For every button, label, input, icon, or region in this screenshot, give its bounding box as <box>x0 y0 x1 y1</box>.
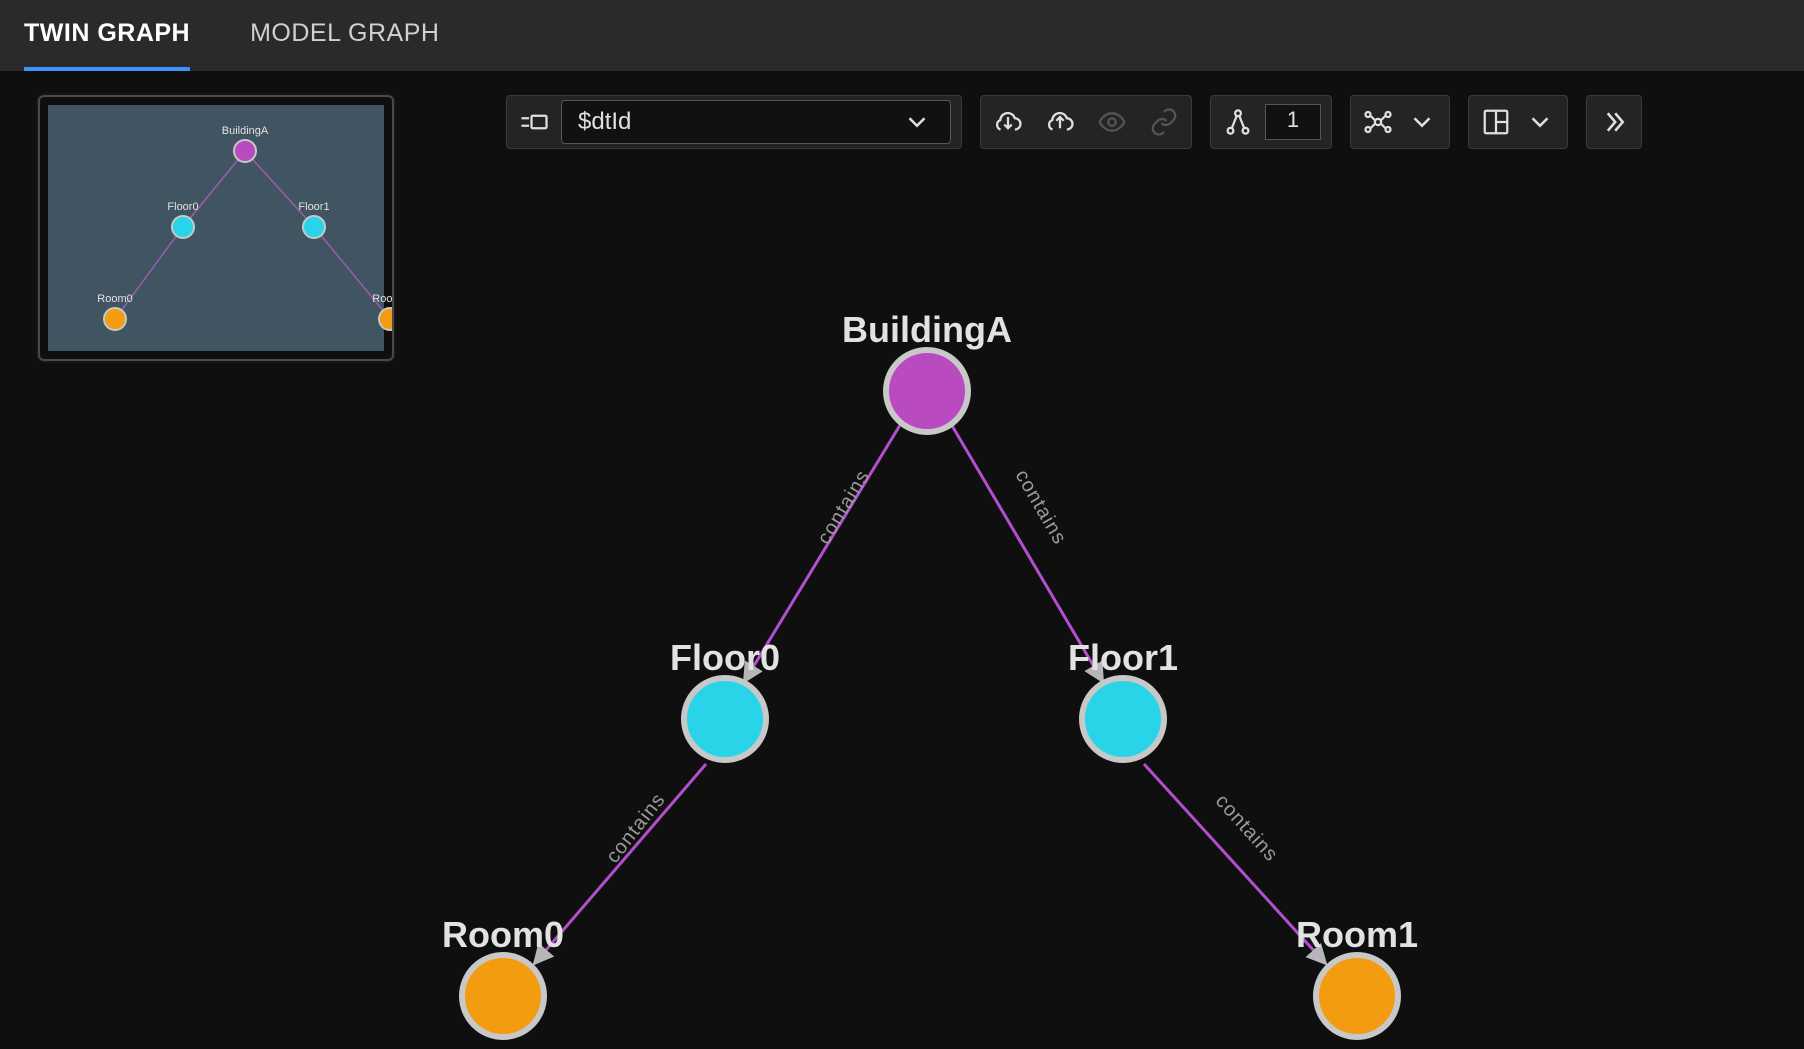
minimap[interactable]: BuildingA Floor0 Floor1 Room0 Room1 <box>38 95 394 361</box>
node-buildingA[interactable]: BuildingA <box>883 347 971 435</box>
graph-toolbar: $dtId <box>506 95 1780 149</box>
node-room0[interactable]: Room0 <box>459 952 547 1040</box>
tab-twin-graph[interactable]: TWIN GRAPH <box>24 0 190 71</box>
node-floor0[interactable]: Floor0 <box>681 675 769 763</box>
minimap-node-floor0[interactable]: Floor0 <box>171 215 195 239</box>
label-property-icon[interactable] <box>517 105 551 139</box>
node-room1[interactable]: Room1 <box>1313 952 1401 1040</box>
node-floor1[interactable]: Floor1 <box>1079 675 1167 763</box>
minimap-node-room1[interactable]: Room1 <box>378 307 394 331</box>
edge-label: contains <box>813 466 875 549</box>
minimap-node-floor1[interactable]: Floor1 <box>302 215 326 239</box>
graph-tabs: TWIN GRAPH MODEL GRAPH <box>0 0 1804 71</box>
import-export-group <box>980 95 1192 149</box>
chevron-down-icon <box>900 105 934 139</box>
expansion-level-input[interactable]: 1 <box>1265 104 1321 140</box>
overflow-group <box>1586 95 1642 149</box>
expansion-group: 1 <box>1210 95 1332 149</box>
edge-label: contains <box>1010 466 1071 549</box>
chevron-down-icon[interactable] <box>1405 105 1439 139</box>
node-circle <box>681 675 769 763</box>
cloud-download-icon[interactable] <box>991 105 1025 139</box>
cloud-upload-icon[interactable] <box>1043 105 1077 139</box>
graph-canvas[interactable]: BuildingA Floor0 Floor1 Room0 Room1 $dtI… <box>0 71 1804 1049</box>
edge-label: contains <box>602 789 671 868</box>
tab-model-graph[interactable]: MODEL GRAPH <box>250 0 439 71</box>
expand-tree-icon[interactable] <box>1221 105 1255 139</box>
overflow-expand-icon[interactable] <box>1597 105 1631 139</box>
node-label: Room0 <box>442 914 564 956</box>
panel-layout-icon[interactable] <box>1479 105 1513 139</box>
node-circle <box>459 952 547 1040</box>
link-icon[interactable] <box>1147 105 1181 139</box>
layout-network-icon[interactable] <box>1361 105 1395 139</box>
node-circle <box>1079 675 1167 763</box>
visibility-icon[interactable] <box>1095 105 1129 139</box>
property-dropdown[interactable]: $dtId <box>561 100 951 144</box>
node-label: Room1 <box>1296 914 1418 956</box>
minimap-node-room0[interactable]: Room0 <box>103 307 127 331</box>
layout-group <box>1350 95 1450 149</box>
edge-label: contains <box>1210 790 1282 867</box>
property-dropdown-group: $dtId <box>506 95 962 149</box>
view-group <box>1468 95 1568 149</box>
minimap-node-buildingA[interactable]: BuildingA <box>233 139 257 163</box>
node-label: BuildingA <box>842 309 1012 351</box>
node-label: Floor1 <box>1068 637 1178 679</box>
property-dropdown-value: $dtId <box>578 108 631 136</box>
node-circle <box>883 347 971 435</box>
node-circle <box>1313 952 1401 1040</box>
node-label: Floor0 <box>670 637 780 679</box>
chevron-down-icon[interactable] <box>1523 105 1557 139</box>
